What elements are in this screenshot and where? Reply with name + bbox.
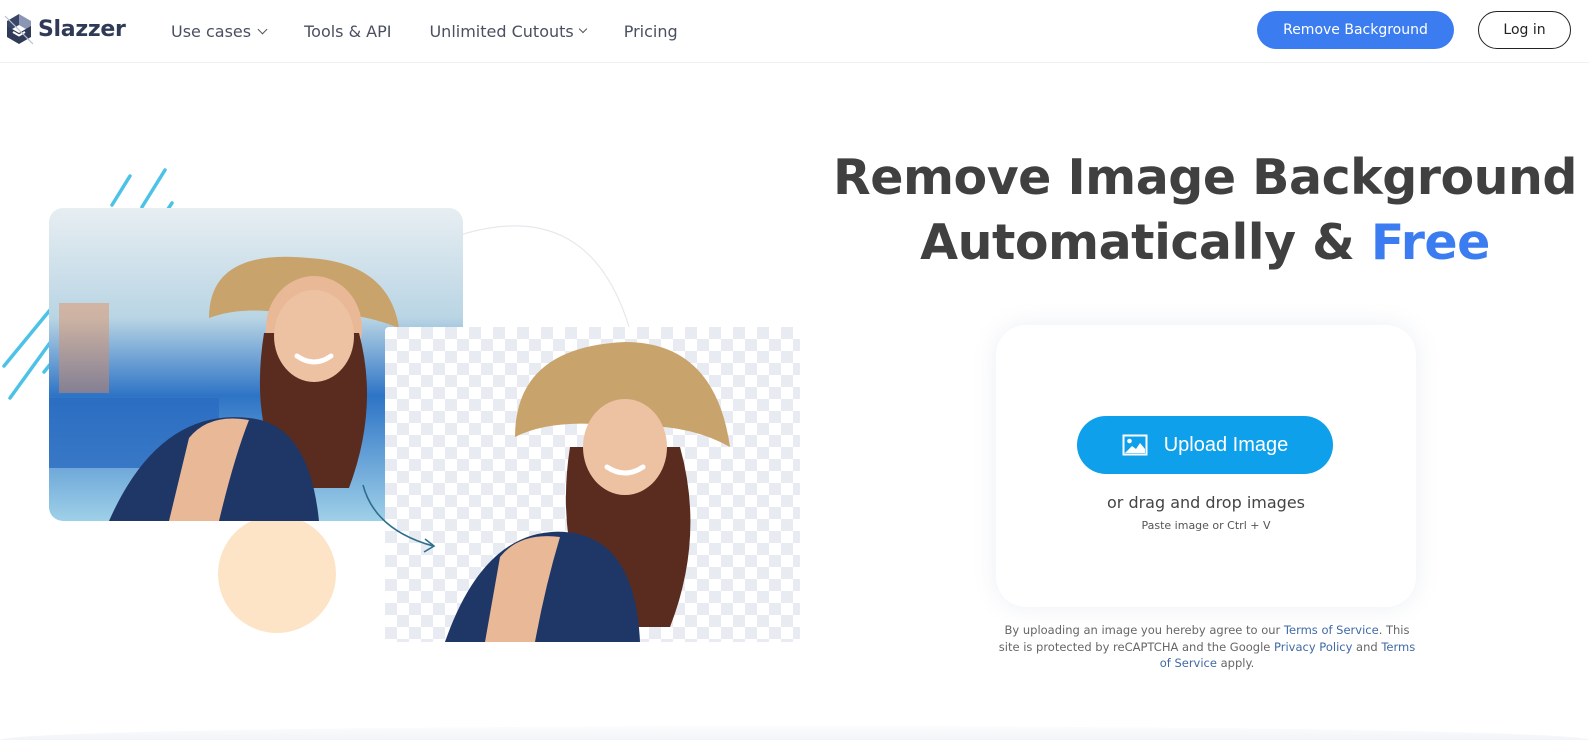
brand-name: Slazzer (38, 16, 126, 42)
main-nav: Use cases Tools & API Unlimited Cutouts … (171, 0, 716, 62)
legal-text: By uploading an image you hereby agree t… (1004, 623, 1284, 637)
nav-tools-api[interactable]: Tools & API (304, 22, 391, 41)
image-icon (1122, 434, 1148, 456)
paste-hint: Paste image or Ctrl + V (1141, 519, 1271, 532)
nav-unlimited-cutouts-label: Unlimited Cutouts (429, 21, 574, 41)
hero-title-line2: Automatically & (920, 214, 1371, 271)
decorative-peach-circle (218, 515, 336, 633)
nav-unlimited-cutouts[interactable]: Unlimited Cutouts (429, 21, 587, 41)
decorative-arc-icon (459, 225, 631, 331)
nav-pricing-label: Pricing (623, 21, 678, 41)
privacy-policy-link[interactable]: Privacy Policy (1274, 640, 1352, 654)
drag-drop-text: or drag and drop images (1106, 493, 1305, 512)
hero-title: Remove Image Background Automatically & … (820, 145, 1589, 275)
nav-tools-api-label: Tools & API (304, 21, 392, 41)
chevron-down-icon (257, 24, 268, 34)
after-photo-image (445, 342, 730, 642)
site-header: Slazzer Use cases Tools & API Unlimited … (0, 0, 1589, 63)
hero-title-line1: Remove Image Background (833, 149, 1577, 206)
chevron-down-icon (578, 24, 587, 34)
legal-text: apply. (1216, 656, 1255, 670)
after-photo-transparent (385, 327, 800, 642)
nav-pricing[interactable]: Pricing (624, 22, 678, 41)
nav-use-cases[interactable]: Use cases (171, 21, 268, 41)
legal-notice: By uploading an image you hereby agree t… (997, 622, 1417, 672)
hero-title-accent: Free (1370, 214, 1490, 271)
upload-image-button[interactable]: Upload Image (1077, 416, 1333, 474)
before-after-illustration (0, 160, 810, 650)
legal-text: and (1352, 639, 1382, 654)
remove-background-button[interactable]: Remove Background (1257, 11, 1454, 49)
upload-dropzone[interactable]: Upload Image or drag and drop images Pas… (996, 325, 1416, 607)
section-divider (0, 726, 1589, 740)
nav-use-cases-label: Use cases (171, 21, 252, 41)
slazzer-logo-icon (4, 14, 34, 45)
brand-logo[interactable]: Slazzer (4, 12, 126, 46)
login-button[interactable]: Log in (1478, 11, 1571, 49)
upload-image-label: Upload Image (1163, 433, 1289, 456)
terms-of-service-link[interactable]: Terms of Service (1284, 623, 1379, 637)
arrow-icon (362, 484, 436, 553)
